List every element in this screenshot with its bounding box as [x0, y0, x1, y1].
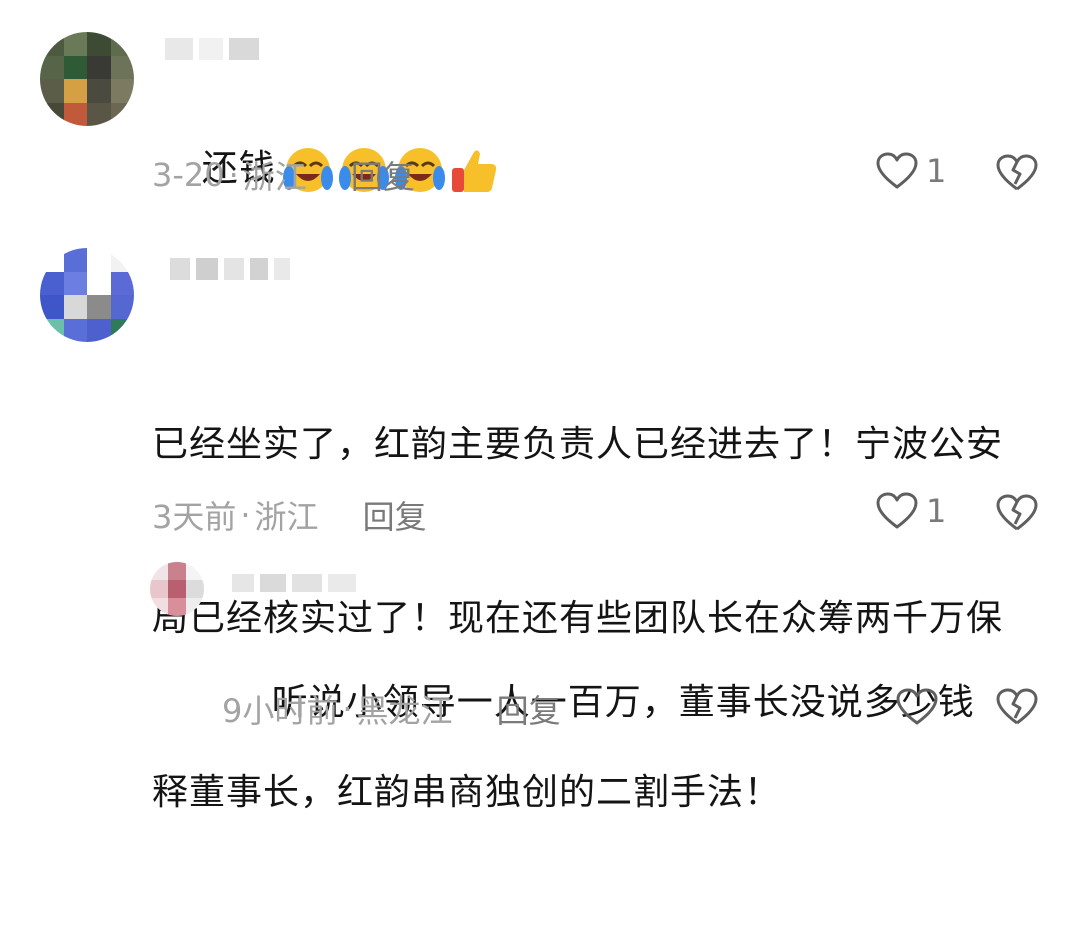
reply-button[interactable]: 回复	[497, 686, 561, 732]
username-pixelated[interactable]	[170, 258, 290, 280]
dislike-button[interactable]	[996, 494, 1038, 536]
heart-icon	[876, 152, 918, 189]
reply-button[interactable]: 回复	[363, 492, 427, 538]
separator: ·	[240, 496, 251, 534]
separator: ·	[228, 156, 239, 194]
broken-heart-icon	[996, 494, 1038, 531]
username-pixelated[interactable]	[232, 574, 356, 592]
like-button[interactable]: 1	[876, 152, 946, 190]
timestamp: 3-20	[152, 156, 225, 194]
separator: ·	[342, 690, 353, 728]
comment-text-line: 已经坐实了，红韵主要负责人已经进去了！宁波公安	[152, 424, 1004, 465]
timestamp: 9小时前	[222, 692, 339, 730]
broken-heart-icon	[996, 688, 1038, 725]
username-pixelated[interactable]	[165, 38, 259, 60]
comment-meta: 9小时前 · 黑龙江 回复	[222, 686, 561, 732]
heart-icon	[896, 688, 938, 725]
avatar[interactable]	[40, 32, 134, 126]
dislike-button[interactable]	[996, 154, 1038, 196]
dislike-button[interactable]	[996, 688, 1038, 730]
comment-meta: 3天前 · 浙江 回复	[152, 492, 427, 538]
heart-icon	[876, 492, 918, 529]
comment-meta: 3-20 · 浙江 回复	[152, 152, 415, 198]
like-count: 1	[926, 152, 947, 190]
location: 浙江	[254, 498, 319, 536]
broken-heart-icon	[996, 154, 1038, 191]
thumbs-up-icon	[451, 150, 496, 192]
like-button[interactable]: 1	[876, 492, 946, 530]
like-button[interactable]	[896, 688, 946, 726]
avatar[interactable]	[150, 562, 204, 616]
reply-button[interactable]: 回复	[351, 152, 415, 198]
location: 黑龙江	[356, 692, 453, 730]
timestamp: 3天前	[152, 498, 237, 536]
avatar[interactable]	[40, 248, 134, 342]
location: 浙江	[242, 158, 307, 196]
like-count: 1	[926, 492, 947, 530]
